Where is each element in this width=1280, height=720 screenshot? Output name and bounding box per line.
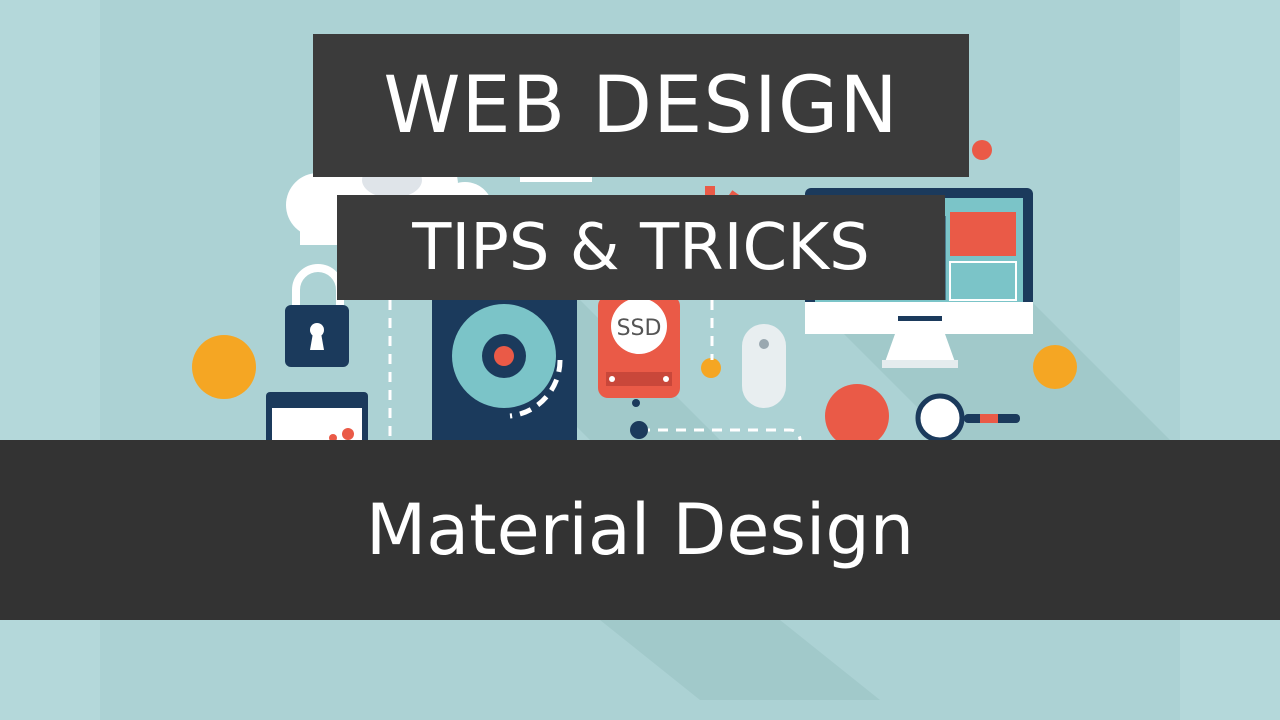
title-text: WEB DESIGN — [383, 60, 899, 151]
orange-dot — [192, 335, 256, 399]
red-circle — [825, 384, 889, 448]
subtitle-text: TIPS & TRICKS — [412, 210, 870, 285]
topic-banner: Material Design — [0, 440, 1280, 620]
connector-node — [630, 421, 648, 439]
orange-dot — [1033, 345, 1077, 389]
title-banner: WEB DESIGN — [313, 34, 969, 177]
hard-drive-icon — [432, 298, 577, 448]
subtitle-banner: TIPS & TRICKS — [337, 195, 945, 300]
thumbnail: SSD WEB DESIGN TIPS & TRICKS Material De… — [0, 0, 1280, 720]
mouse-icon — [742, 324, 786, 408]
long-shadow — [600, 620, 880, 700]
red-dot — [972, 140, 992, 160]
topic-text: Material Design — [365, 489, 915, 571]
ssd-label: SSD — [617, 316, 662, 341]
orange-dot — [701, 358, 721, 378]
ssd-icon: SSD — [598, 296, 680, 407]
